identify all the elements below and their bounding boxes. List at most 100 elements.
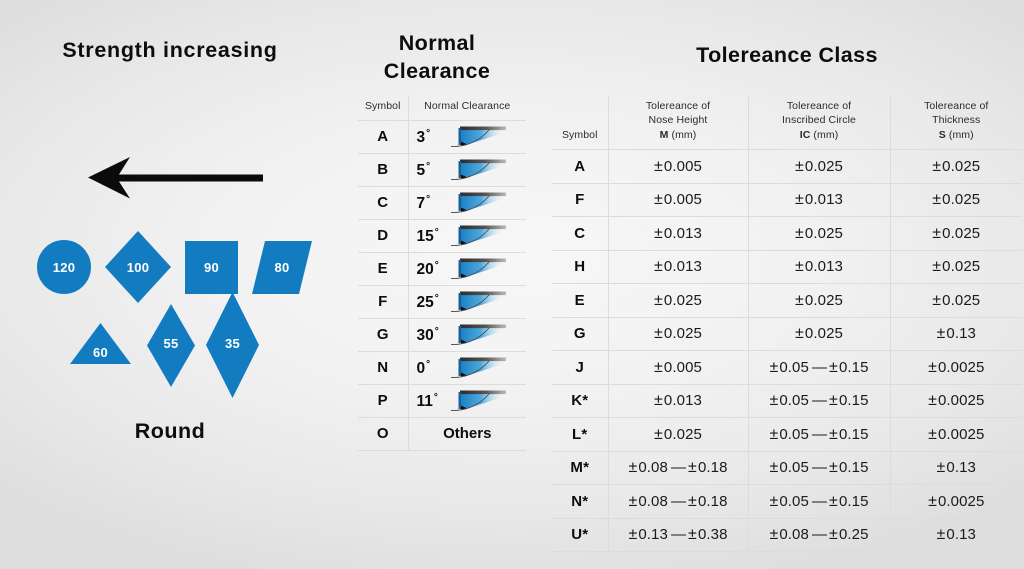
table-row: F ±0.005 ±0.013 ±0.025 [552, 182, 1022, 217]
table-row: N 0° [358, 351, 526, 385]
symbol-text: A [574, 157, 586, 175]
clearance-angle-text: 0° [416, 358, 431, 378]
clearance-angle-text: 3° [416, 127, 431, 147]
tolerance-value: ±0.08— ±0.25 [769, 526, 869, 544]
clearance-angle-text: 7° [416, 193, 431, 213]
symbol-text: B [377, 161, 389, 179]
cell-thickness: ±0.0025 [889, 417, 1022, 452]
table-row: G ±0.025 ±0.025 ±0.13 [552, 316, 1022, 351]
table-row: K* ±0.013 ±0.05— ±0.15 ±0.0025 [552, 383, 1022, 418]
normal-clearance-title: Normal Clearance [358, 30, 516, 85]
symbol-text: F [575, 191, 585, 209]
cell-nose-height: ±0.08— ±0.18 [607, 484, 748, 519]
cell-inscribed-circle: ±0.025 [747, 149, 890, 184]
col-header-symbol: Symbol [561, 128, 598, 141]
col-header-normal-clearance: Normal Clearance [407, 95, 526, 121]
clearance-icon-wrap [450, 289, 509, 315]
cell-normal-clearance: 7° [407, 186, 526, 220]
symbol-text: K* [571, 392, 589, 410]
symbol-text: G [573, 325, 586, 343]
clearance-icon-wrap [450, 223, 509, 249]
cell-symbol: U* [552, 517, 608, 553]
col-header-nose-height: Tolereance of Nose Height M (mm) [607, 95, 748, 150]
hdr-line-2: Nose Height [648, 114, 708, 127]
cell-symbol: C [552, 216, 608, 251]
symbol-text: H [574, 258, 586, 276]
table-row: N* ±0.08— ±0.18 ±0.05— ±0.15 ±0.0025 [552, 484, 1022, 519]
cell-symbol: L* [552, 417, 608, 452]
hdr-line-2: Thickness [932, 114, 981, 127]
cell-inscribed-circle: ±0.05— ±0.15 [747, 450, 890, 485]
cell-thickness: ±0.0025 [889, 350, 1022, 385]
cell-inscribed-circle: ±0.025 [747, 316, 890, 351]
tolerance-value: ±0.0025 [928, 492, 985, 510]
table-row: E ±0.025 ±0.025 ±0.025 [552, 283, 1022, 318]
tolerance-value: ±0.05— ±0.15 [769, 358, 869, 376]
table-row: P 11° [358, 384, 526, 418]
cell-symbol: H [552, 249, 608, 284]
cell-normal-clearance: 15° [407, 219, 526, 253]
symbol-text: N* [571, 492, 589, 510]
clearance-icon-wrap [450, 388, 509, 414]
clearance-angle-text: 15° [416, 226, 439, 246]
cell-normal-clearance: 3° [407, 120, 526, 154]
tolerance-value: ±0.013 [654, 224, 702, 242]
cell-normal-clearance: Others [407, 417, 526, 452]
cell-symbol: G [358, 318, 408, 352]
cell-nose-height: ±0.013 [607, 249, 748, 284]
tolerance-value: ±0.025 [654, 325, 702, 343]
cell-normal-clearance: 25° [407, 285, 526, 319]
tolerance-value: ±0.05— ±0.15 [769, 459, 869, 477]
cell-thickness: ±0.025 [889, 216, 1022, 251]
cell-thickness: ±0.13 [889, 450, 1022, 485]
round-label: Round [134, 419, 206, 443]
symbol-text: A [377, 128, 389, 146]
cell-symbol: N [358, 351, 408, 385]
cell-symbol: A [358, 120, 408, 154]
hdr-unit: (mm) [810, 128, 839, 141]
clearance-angle-text: 30° [416, 325, 439, 345]
shape-round-120: 120 [37, 240, 91, 294]
symbol-text: J [575, 358, 585, 376]
cell-nose-height: ±0.08— ±0.18 [607, 450, 748, 485]
title-line-2: Clearance [383, 58, 491, 83]
shape-square-90: 90 [185, 241, 238, 294]
left-arrow-icon [88, 155, 263, 205]
tolerance-value: ±0.08— ±0.18 [628, 492, 728, 510]
cell-thickness: ±0.0025 [889, 484, 1022, 519]
symbol-text: E [574, 291, 585, 309]
insert-clearance-angle-icon [450, 357, 506, 379]
table-row: L* ±0.025 ±0.05— ±0.15 ±0.0025 [552, 417, 1022, 452]
table-row: C ±0.013 ±0.025 ±0.025 [552, 216, 1022, 251]
insert-clearance-angle-icon [450, 324, 506, 346]
cell-symbol: P [358, 384, 408, 418]
table-row: G 30° [358, 318, 526, 352]
symbol-text: M* [570, 459, 590, 477]
cell-nose-height: ±0.013 [607, 383, 748, 418]
shape-rhombus-35: 35 [206, 292, 259, 398]
tolerance-value: ±0.025 [932, 191, 981, 209]
symbol-text: L* [572, 425, 588, 443]
table-row: C 7° [358, 186, 526, 220]
tolerance-value: ±0.05— ±0.15 [769, 425, 869, 443]
tolerance-value: ±0.025 [795, 157, 843, 175]
shape-parallelogram-80: 80 [252, 241, 312, 294]
tolerance-value: ±0.025 [654, 291, 702, 309]
symbol-text: G [376, 326, 389, 344]
tolerance-value: ±0.025 [795, 224, 843, 242]
cell-symbol: B [358, 153, 408, 187]
cell-symbol: O [358, 417, 408, 452]
cell-symbol: E [552, 283, 608, 318]
table-row: A ±0.005 ±0.025 ±0.025 [552, 149, 1022, 184]
cell-symbol: F [358, 285, 408, 319]
table-row: U* ±0.13— ±0.38 ±0.08— ±0.25 ±0.13 [552, 517, 1022, 553]
clearance-icon-wrap [450, 322, 509, 348]
tolerance-value: ±0.05— ±0.15 [769, 392, 869, 410]
insert-clearance-angle-icon [450, 225, 506, 247]
tolerance-value: ±0.08— ±0.18 [628, 459, 728, 477]
tolerance-value: ±0.013 [654, 258, 702, 276]
table-header-row: Symbol Tolereance of Nose Height M (mm) … [552, 95, 1022, 150]
tolerance-class-title: Tolereance Class [696, 43, 878, 67]
hdr-line-1: Tolereance of [786, 100, 852, 112]
tolerance-value: ±0.13 [936, 526, 976, 544]
